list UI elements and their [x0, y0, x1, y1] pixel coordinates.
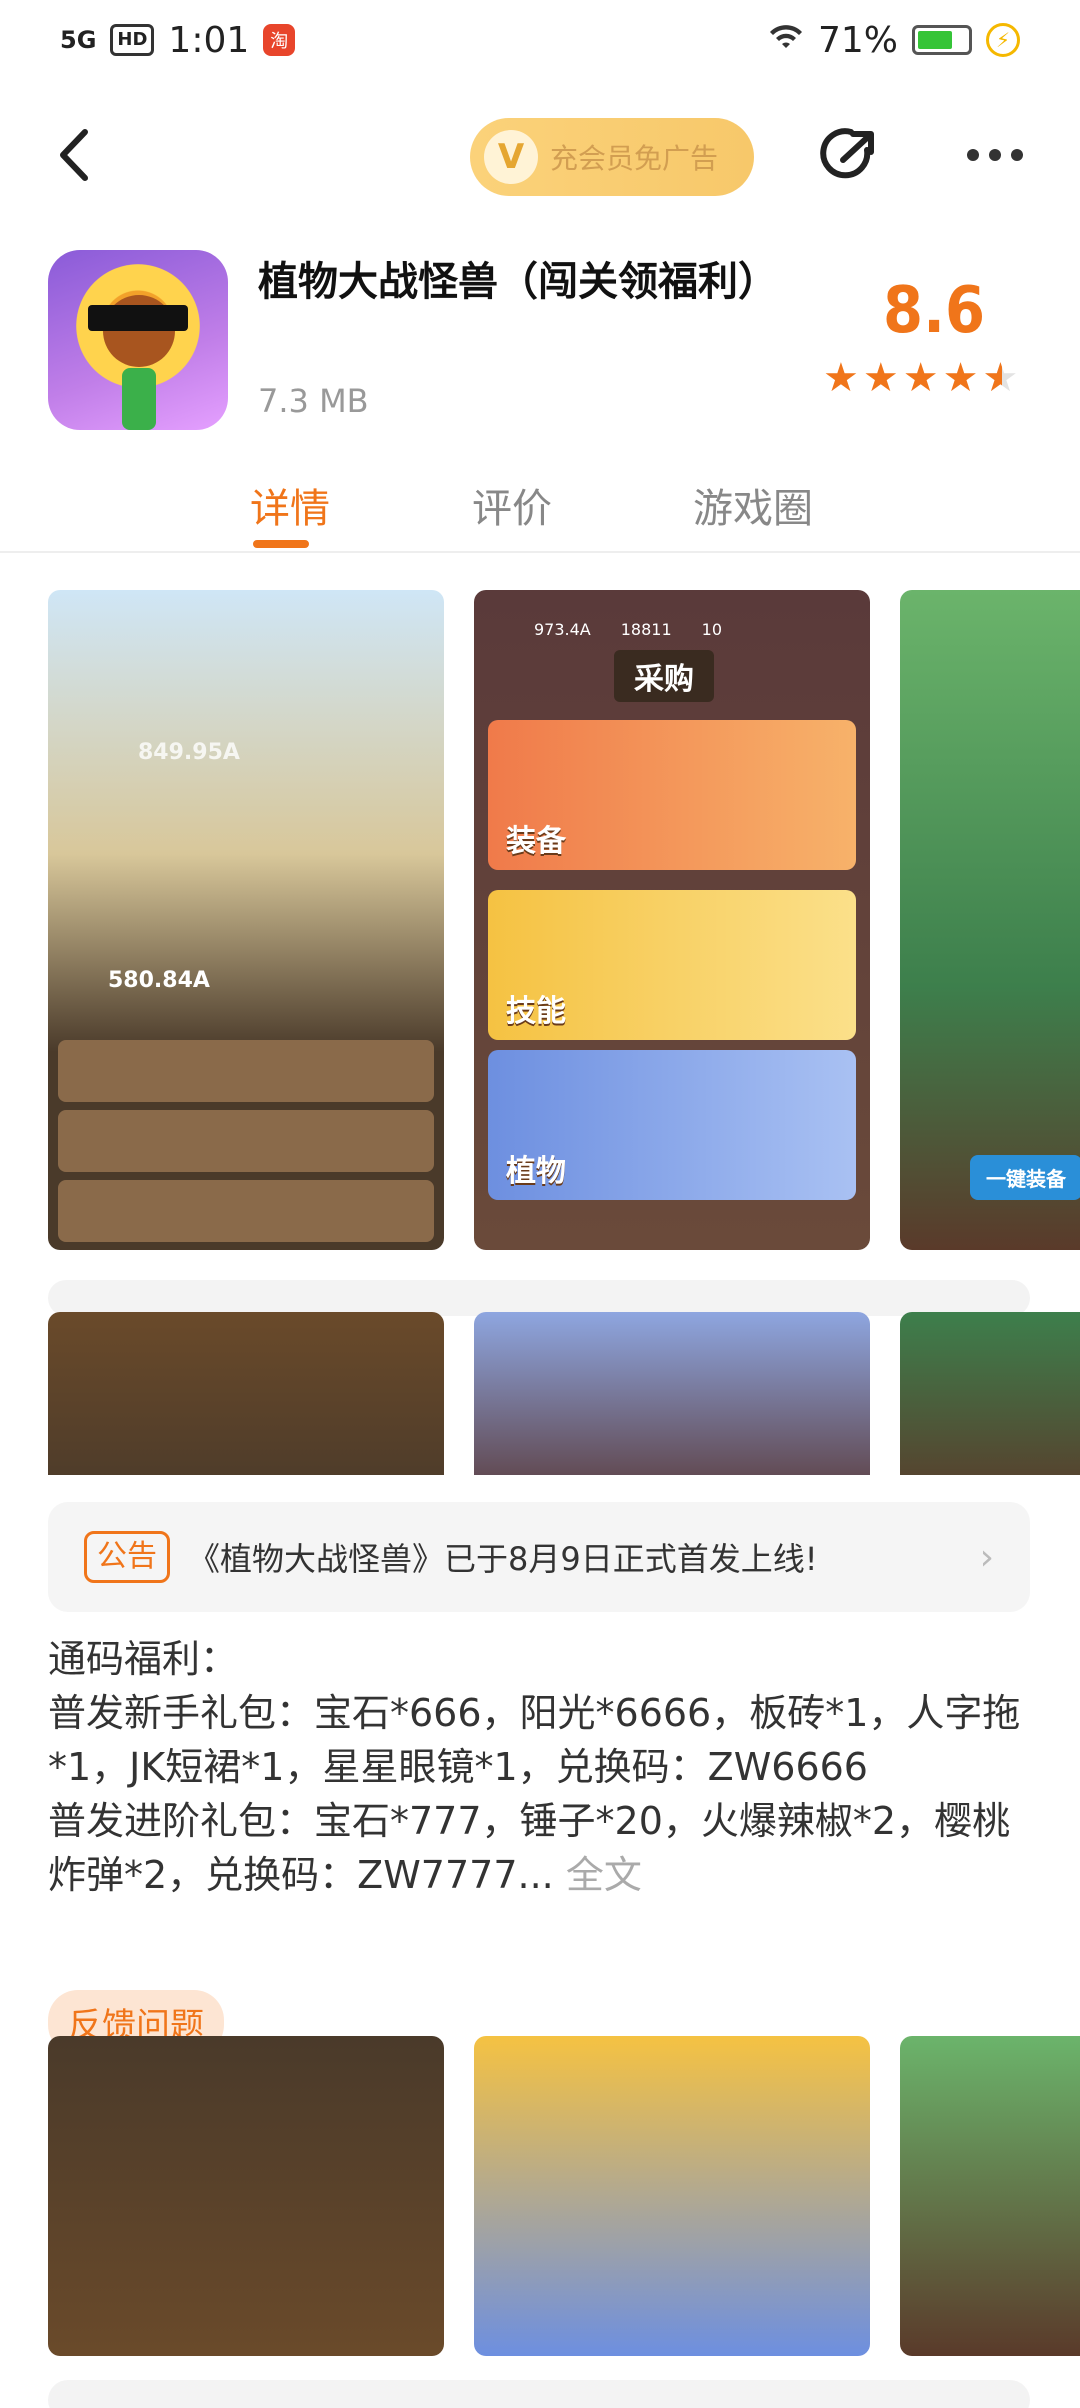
- star-icon: ★: [862, 355, 899, 401]
- back-button[interactable]: [40, 120, 110, 190]
- shopping-app-icon: 淘: [263, 24, 296, 56]
- tab-details[interactable]: 详情: [250, 476, 330, 534]
- detail-tabs: 详情 评价 游戏圈: [0, 470, 1080, 550]
- share-icon: [820, 128, 874, 179]
- announcement-text: 《植物大战怪兽》已于8月9日正式首发上线!: [188, 1540, 818, 1578]
- screenshot-amount: 580.84A: [108, 968, 210, 993]
- status-right: 71% ⚡: [768, 20, 1020, 61]
- vip-ad-free-button[interactable]: V 充会员免广告: [470, 118, 754, 196]
- charging-icon: ⚡: [986, 23, 1020, 57]
- description-line-2: 普发进阶礼包：宝石*777，锤子*20，火爆辣椒*2，樱桃炸弹*2，兑换码：ZW…: [48, 1799, 1011, 1897]
- bottom-card: [48, 2380, 1030, 2408]
- star-icon: ★: [942, 355, 979, 401]
- vip-icon: V: [484, 130, 538, 184]
- screenshot-shop-title: 采购: [614, 650, 714, 702]
- share-button[interactable]: [815, 120, 885, 190]
- rating-score: 8.6: [883, 274, 985, 348]
- network-indicator: 5G: [60, 26, 97, 54]
- battery-percent: 71%: [817, 19, 898, 61]
- tab-game-circle[interactable]: 游戏圈: [693, 476, 813, 534]
- app-title: 植物大战怪兽（闯关领福利）: [258, 259, 778, 305]
- hd-indicator: HD: [110, 24, 155, 56]
- battery-icon: [912, 25, 972, 55]
- tab-indicator: [253, 540, 309, 548]
- screenshot-damage-text: 849.95A: [138, 740, 240, 765]
- star-icon: ★: [902, 355, 939, 401]
- tab-reviews[interactable]: 评价: [472, 476, 552, 534]
- rating-stars: ★ ★ ★ ★ ★: [823, 358, 1018, 398]
- more-button[interactable]: [955, 120, 1035, 190]
- screenshot-strip-lower: [0, 2036, 1080, 2356]
- screenshot-1[interactable]: 849.95A 580.84A: [48, 590, 444, 1250]
- description-line-1: 普发新手礼包：宝石*666，阳光*6666，板砖*1，人字拖*1，JK短裙*1，…: [48, 1691, 1021, 1789]
- chevron-left-icon: [60, 129, 88, 181]
- status-bar: 5G HD 1:01 淘 71% ⚡: [0, 0, 1080, 80]
- announcement-bar[interactable]: 公告 《植物大战怪兽》已于8月9日正式首发上线! ›: [48, 1502, 1030, 1612]
- divider: [0, 551, 1080, 553]
- expand-full-text-link[interactable]: 全文: [566, 1853, 642, 1897]
- app-size: 7.3 MB: [258, 382, 369, 420]
- screenshot-equip-button: 一键装备: [970, 1155, 1080, 1200]
- chevron-right-icon: ›: [979, 1536, 994, 1578]
- screenshot-3[interactable]: 一键装备: [900, 590, 1080, 1250]
- screenshot-strip-partial: [0, 1280, 1080, 1475]
- app-icon[interactable]: [48, 250, 228, 430]
- half-star-icon: ★: [982, 358, 1018, 398]
- more-icon: [967, 149, 979, 161]
- top-nav: V 充会员免广告: [0, 100, 1080, 210]
- description-heading: 通码福利：: [48, 1637, 239, 1681]
- screenshot-2[interactable]: 973.4A 18811 10 采购 装备 技能 植物: [474, 590, 870, 1250]
- announcement-badge: 公告: [84, 1531, 170, 1583]
- screenshot-resources: 973.4A 18811 10: [534, 620, 723, 639]
- wifi-icon: [768, 20, 804, 61]
- status-left: 5G HD 1:01 淘: [60, 19, 296, 61]
- app-description: 通码福利： 普发新手礼包：宝石*666，阳光*6666，板砖*1，人字拖*1，J…: [48, 1632, 1038, 1902]
- clock: 1:01: [168, 19, 250, 61]
- star-icon: ★: [823, 355, 859, 401]
- vip-label: 充会员免广告: [550, 142, 719, 175]
- screenshot-carousel[interactable]: 849.95A 580.84A 973.4A 18811 10 采购 装备 技能…: [0, 590, 1080, 1250]
- app-header: 植物大战怪兽（闯关领福利） 7.3 MB 8.6 ★ ★ ★ ★ ★: [48, 250, 1038, 435]
